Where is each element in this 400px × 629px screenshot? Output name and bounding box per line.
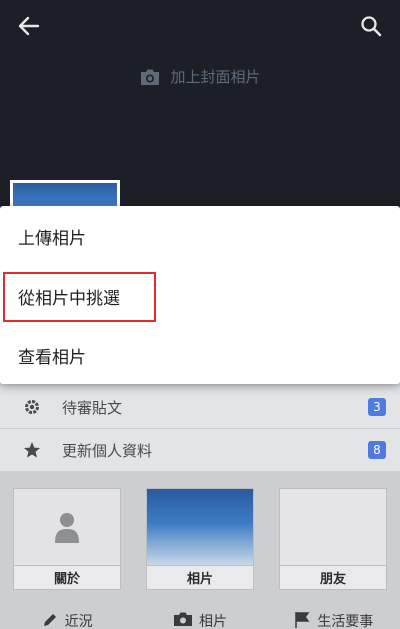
flag-icon [295, 612, 310, 628]
highlight-box [3, 272, 156, 322]
photo-options-menu: 上傳相片 從相片中挑選 查看相片 [0, 206, 400, 384]
photo-thumbnail [147, 489, 253, 565]
count-badge: 3 [368, 398, 386, 416]
about-image [14, 489, 120, 565]
top-bar [0, 0, 400, 52]
menu-item-label: 上傳相片 [18, 229, 86, 249]
profile-list: 待審貼文 3 更新個人資料 8 [0, 386, 400, 472]
add-cover-photo-button[interactable]: 加上封面相片 [0, 66, 400, 87]
list-item[interactable]: 更新個人資料 8 [0, 429, 400, 472]
back-button[interactable] [14, 12, 44, 40]
list-item[interactable]: 待審貼文 3 [0, 386, 400, 429]
list-item-label: 更新個人資料 [62, 441, 153, 460]
search-icon [361, 16, 382, 37]
menu-item-view-photo[interactable]: 查看相片 [0, 326, 400, 385]
gear-icon [22, 397, 42, 417]
add-cover-label: 加上封面相片 [170, 68, 261, 86]
status-label: 近況 [64, 614, 93, 629]
menu-item-upload-photo[interactable]: 上傳相片 [0, 207, 400, 266]
life-event-button[interactable]: 生活要事 [267, 608, 400, 629]
edit-icon [43, 614, 56, 626]
menu-item-label: 查看相片 [18, 348, 86, 368]
star-icon [22, 440, 42, 460]
tile-label: 朋友 [280, 565, 386, 589]
camera-icon [173, 612, 192, 626]
friends-image [280, 489, 386, 565]
life-event-label: 生活要事 [317, 614, 374, 629]
photo-button[interactable]: 相片 [133, 608, 266, 629]
tile-label: 關於 [14, 565, 120, 589]
photo-label: 相片 [198, 614, 227, 629]
search-button[interactable] [356, 12, 386, 40]
status-button[interactable]: 近況 [0, 608, 133, 629]
person-icon [55, 513, 79, 543]
tile-label: 相片 [147, 565, 253, 589]
cover-photo-area[interactable]: 加上封面相片 [0, 0, 400, 230]
list-item-label: 待審貼文 [62, 398, 123, 417]
tile-friends[interactable]: 朋友 [279, 488, 387, 590]
camera-icon [141, 69, 160, 85]
tile-photos[interactable]: 相片 [146, 488, 254, 590]
count-badge: 8 [368, 441, 386, 459]
tile-about[interactable]: 關於 [13, 488, 121, 590]
bottom-action-bar: 近況 相片 生活要事 [0, 608, 400, 629]
arrow-left-icon [18, 16, 40, 36]
